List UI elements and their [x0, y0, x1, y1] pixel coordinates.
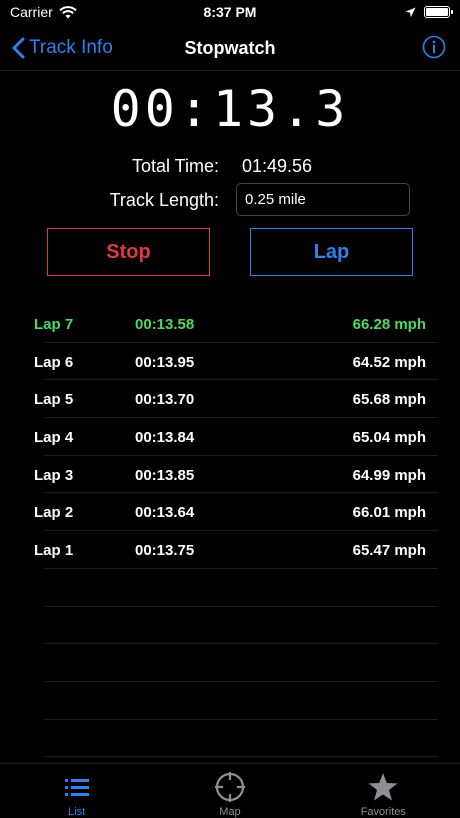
lap-time: 00:13.95 — [135, 353, 195, 371]
back-button[interactable]: Track Info — [12, 37, 113, 59]
nav-divider — [0, 70, 460, 71]
lap-name: Lap 5 — [34, 391, 74, 409]
crosshair-icon — [214, 772, 245, 802]
empty-row — [0, 682, 460, 720]
lap-button[interactable]: Lap — [250, 228, 413, 276]
tab-favorites[interactable]: Favorites — [307, 764, 460, 818]
lap-time: 00:13.84 — [135, 429, 195, 447]
lap-name: Lap 2 — [34, 504, 74, 522]
track-length-field[interactable] — [236, 183, 410, 216]
empty-row — [0, 644, 460, 682]
tab-list-label: List — [68, 806, 86, 818]
tab-bar: List Map Favorites — [0, 763, 460, 818]
lap-speed: 66.01 mph — [352, 504, 426, 522]
lap-time: 00:13.75 — [135, 542, 195, 560]
lap-time: 00:13.58 — [135, 316, 195, 333]
star-icon — [368, 773, 398, 801]
list-icon — [64, 779, 89, 796]
list-item[interactable]: Lap 1 00:13.75 65.47 mph — [0, 531, 460, 569]
lap-name: Lap 7 — [34, 316, 74, 333]
tab-map-label: Map — [219, 806, 241, 818]
lap-name: Lap 1 — [34, 542, 74, 560]
battery-icon — [424, 6, 453, 18]
lap-name: Lap 4 — [34, 429, 74, 447]
stopwatch-display: 00:13.3 — [110, 80, 350, 138]
lap-speed: 65.47 mph — [352, 542, 426, 560]
tab-favorites-label: Favorites — [360, 806, 406, 818]
lap-time: 00:13.64 — [135, 504, 195, 522]
lap-speed: 66.28 mph — [352, 316, 426, 333]
lap-speed: 65.68 mph — [352, 391, 426, 409]
list-item[interactable]: Lap 4 00:13.84 65.04 mph — [0, 418, 460, 456]
stop-button[interactable]: Stop — [47, 228, 210, 276]
list-item[interactable]: Lap 7 00:13.58 66.28 mph — [0, 305, 460, 343]
info-icon[interactable] — [422, 35, 446, 59]
tab-list[interactable]: List — [0, 764, 153, 818]
status-time: 8:37 PM — [203, 4, 257, 20]
list-item[interactable]: Lap 2 00:13.64 66.01 mph — [0, 493, 460, 531]
lap-speed: 65.04 mph — [352, 429, 426, 447]
laps-list: Lap 7 00:13.58 66.28 mph Lap 6 00:13.95 … — [0, 305, 460, 757]
lap-speed: 64.99 mph — [352, 466, 426, 484]
lap-speed: 64.52 mph — [352, 353, 426, 371]
back-button-label: Track Info — [29, 37, 113, 58]
chevron-left-icon — [12, 37, 25, 59]
empty-row — [0, 569, 460, 607]
lap-time: 00:13.70 — [135, 391, 195, 409]
list-item[interactable]: Lap 6 00:13.95 64.52 mph — [0, 343, 460, 381]
list-item[interactable]: Lap 5 00:13.70 65.68 mph — [0, 380, 460, 418]
lap-time: 00:13.85 — [135, 466, 195, 484]
track-length-label: Track Length: — [109, 190, 219, 210]
navigation-bar: Track Info Stopwatch — [0, 28, 460, 68]
total-time-value: 01:49.56 — [242, 156, 313, 176]
empty-row — [0, 720, 460, 758]
list-item[interactable]: Lap 3 00:13.85 64.99 mph — [0, 456, 460, 494]
total-time-label: Total Time: — [131, 156, 219, 176]
status-bar: Carrier 8:37 PM — [0, 0, 460, 24]
lap-name: Lap 6 — [34, 353, 74, 371]
empty-row — [0, 607, 460, 645]
lap-name: Lap 3 — [34, 466, 74, 484]
tab-map[interactable]: Map — [153, 764, 306, 818]
